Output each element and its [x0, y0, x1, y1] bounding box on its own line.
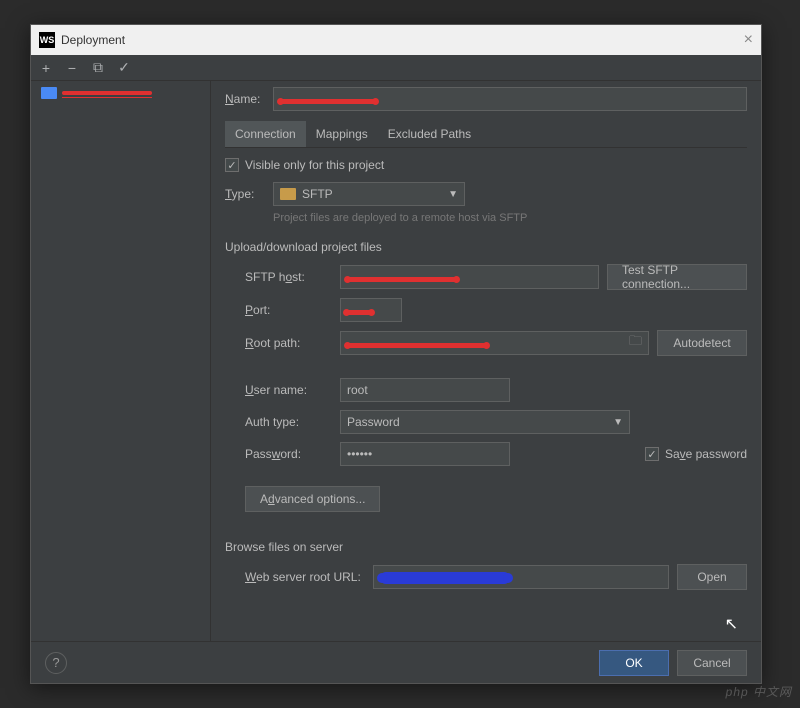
redacted-text [347, 277, 457, 282]
name-input[interactable] [273, 87, 747, 111]
browse-folder-icon[interactable]: 🗀 [629, 332, 642, 354]
help-button[interactable]: ? [45, 652, 67, 674]
root-path-label: Root path: [245, 336, 340, 350]
redacted-text [346, 310, 372, 315]
sftp-icon [280, 188, 296, 200]
auth-type-select[interactable]: Password ▼ [340, 410, 630, 434]
chevron-down-icon: ▼ [613, 417, 623, 428]
deployment-dialog: WS Deployment × + − ⧉ ✓ Name: Connection [30, 24, 762, 684]
watermark: php 中文网 [726, 683, 792, 700]
visible-only-checkbox[interactable]: ✓ Visible only for this project [225, 158, 747, 172]
remove-server-icon[interactable]: − [63, 59, 81, 77]
dialog-footer: ? OK Cancel [31, 641, 761, 683]
save-password-label: Save password [665, 447, 747, 461]
apply-icon[interactable]: ✓ [115, 59, 133, 77]
redacted-text [347, 343, 487, 348]
app-icon: WS [39, 32, 55, 48]
redacted-text [280, 99, 376, 104]
root-path-input[interactable]: 🗀 [340, 331, 649, 355]
dialog-body: Name: Connection Mappings Excluded Paths… [31, 81, 761, 641]
autodetect-button[interactable]: Autodetect [657, 330, 747, 356]
cancel-button[interactable]: Cancel [677, 650, 747, 676]
checkbox-icon: ✓ [225, 158, 239, 172]
name-label: Name: [225, 92, 273, 106]
port-label: Port: [245, 303, 340, 317]
close-icon[interactable]: × [744, 31, 753, 49]
server-toolbar: + − ⧉ ✓ [31, 55, 761, 81]
tab-mappings[interactable]: Mappings [306, 121, 378, 147]
server-list [31, 81, 211, 641]
browse-section-title: Browse files on server [225, 540, 747, 554]
username-label: User name: [245, 383, 340, 397]
sftp-host-input[interactable] [340, 265, 599, 289]
tab-connection[interactable]: Connection [225, 121, 306, 147]
open-button[interactable]: Open [677, 564, 747, 590]
test-connection-button[interactable]: Test SFTP connection... [607, 264, 747, 290]
upload-section-title: Upload/download project files [225, 240, 747, 254]
server-item[interactable] [35, 85, 206, 101]
sftp-host-label: SFTP host: [245, 270, 340, 284]
tab-excluded-paths[interactable]: Excluded Paths [378, 121, 481, 147]
tab-bar: Connection Mappings Excluded Paths [225, 121, 747, 148]
title-bar: WS Deployment × [31, 25, 761, 55]
chevron-down-icon: ▼ [448, 189, 458, 200]
password-input[interactable]: •••••• [340, 442, 510, 466]
password-label: Password: [245, 447, 340, 461]
type-value: SFTP [302, 187, 333, 201]
web-root-input[interactable] [373, 565, 669, 589]
copy-server-icon[interactable]: ⧉ [89, 59, 107, 77]
advanced-options-button[interactable]: Advanced options... [245, 486, 380, 512]
visible-only-label: Visible only for this project [245, 158, 384, 172]
type-select[interactable]: SFTP ▼ [273, 182, 465, 206]
type-hint: Project files are deployed to a remote h… [225, 212, 747, 224]
web-root-label: Web server root URL: [245, 570, 373, 584]
type-label: Type: [225, 187, 263, 201]
checkbox-icon: ✓ [645, 447, 659, 461]
redacted-text [62, 91, 152, 95]
server-icon [41, 87, 57, 99]
auth-type-label: Auth type: [245, 415, 340, 429]
main-panel: Name: Connection Mappings Excluded Paths… [211, 81, 761, 641]
redacted-text [380, 572, 510, 584]
ok-button[interactable]: OK [599, 650, 669, 676]
save-password-checkbox[interactable]: ✓ Save password [645, 447, 747, 461]
auth-type-value: Password [347, 415, 400, 429]
username-input[interactable]: root [340, 378, 510, 402]
port-input[interactable] [340, 298, 402, 322]
add-server-icon[interactable]: + [37, 59, 55, 77]
window-title: Deployment [61, 33, 125, 47]
